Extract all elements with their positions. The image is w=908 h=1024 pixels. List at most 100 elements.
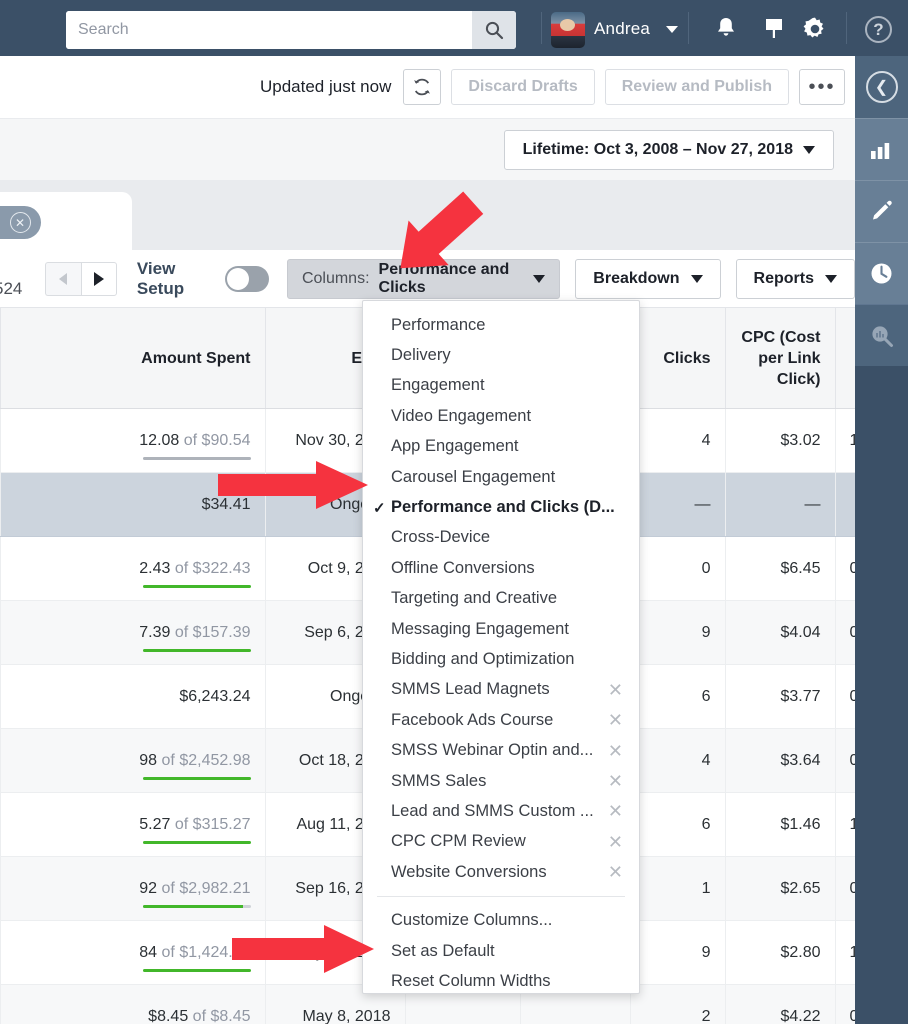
menu-item-smms-lead-magnets[interactable]: SMMS Lead Magnets ✕ bbox=[363, 675, 639, 705]
date-range-picker[interactable]: Lifetime: Oct 3, 2008 – Nov 27, 2018 bbox=[503, 129, 834, 170]
menu-item-offline-conversions[interactable]: Offline Conversions bbox=[363, 553, 639, 583]
chevron-down-icon[interactable] bbox=[666, 26, 678, 33]
column-header-cpc[interactable]: CPC (Cost per Link Click) bbox=[725, 308, 836, 409]
close-icon[interactable]: ✕ bbox=[608, 681, 623, 699]
menu-item-messaging-engagement[interactable]: Messaging Engagement bbox=[363, 614, 639, 644]
cell-amount-spent: 84 of $1,424.84 bbox=[0, 920, 266, 985]
menu-item-performance-and-clicks-d[interactable]: ✓ Performance and Clicks (D... bbox=[363, 492, 639, 522]
menu-item-label: CPC CPM Review bbox=[391, 832, 526, 851]
audience-panel-button[interactable] bbox=[855, 304, 908, 366]
flag-icon[interactable] bbox=[760, 14, 788, 42]
cell-cpc: $2.65 bbox=[725, 856, 836, 921]
menu-item-carousel-engagement[interactable]: Carousel Engagement bbox=[363, 462, 639, 492]
menu-item-performance[interactable]: Performance bbox=[363, 310, 639, 340]
amount-spent-budget: of $157.39 bbox=[174, 623, 251, 641]
cell-ctr: 1.07 bbox=[835, 920, 855, 985]
menu-item-app-engagement[interactable]: App Engagement bbox=[363, 432, 639, 462]
chart-search-icon bbox=[871, 325, 893, 347]
cell-ctr: 0.86 bbox=[835, 664, 855, 729]
columns-prefix: Columns: bbox=[301, 269, 370, 287]
cell-cpc: $3.02 bbox=[725, 408, 836, 473]
reports-button[interactable]: Reports bbox=[735, 258, 855, 299]
menu-item-lead-and-smms-custom[interactable]: Lead and SMMS Custom ... ✕ bbox=[363, 796, 639, 826]
menu-item-delivery[interactable]: Delivery bbox=[363, 340, 639, 370]
breakdown-button[interactable]: Breakdown bbox=[575, 258, 721, 299]
menu-item-targeting-and-creative[interactable]: Targeting and Creative bbox=[363, 584, 639, 614]
next-page-button[interactable] bbox=[80, 261, 117, 296]
edit-panel-button[interactable] bbox=[855, 180, 908, 242]
view-setup-toggle[interactable] bbox=[225, 265, 269, 292]
gear-icon[interactable] bbox=[800, 14, 828, 42]
close-icon[interactable]: ✕ bbox=[608, 833, 623, 851]
search-box[interactable] bbox=[66, 11, 516, 49]
view-setup-label: View Setup bbox=[136, 258, 185, 298]
close-icon[interactable]: ✕ bbox=[608, 742, 623, 760]
search-button[interactable] bbox=[472, 11, 516, 49]
amount-spent-budget: of $315.27 bbox=[174, 815, 251, 833]
date-range-bar: Lifetime: Oct 3, 2008 – Nov 27, 2018 bbox=[0, 118, 855, 180]
menu-item-reset-column-widths[interactable]: Reset Column Widths bbox=[363, 966, 639, 993]
close-icon[interactable]: ✕ bbox=[9, 212, 31, 233]
amount-spent-budget: of $2,982.21 bbox=[161, 879, 251, 897]
menu-item-label: Cross-Device bbox=[391, 528, 491, 547]
menu-item-label: Video Engagement bbox=[391, 406, 532, 425]
cell-cpc: $3.64 bbox=[725, 728, 836, 793]
menu-item-website-conversions[interactable]: Website Conversions ✕ bbox=[363, 857, 639, 887]
history-panel-button[interactable] bbox=[855, 242, 908, 304]
menu-item-label: SMSS Webinar Optin and... bbox=[391, 741, 594, 760]
menu-item-bidding-and-optimization[interactable]: Bidding and Optimization bbox=[363, 644, 639, 674]
amount-spent-value: 12.08 bbox=[139, 431, 180, 449]
column-header-ctr[interactable]: CTR (Link Click-Through Rate) bbox=[835, 308, 855, 409]
menu-item-smms-sales[interactable]: SMMS Sales ✕ bbox=[363, 766, 639, 796]
action-bar: Updated just now Discard Drafts Review a… bbox=[0, 56, 855, 118]
columns-dropdown-menu[interactable]: Performance Delivery Engagement Video Engag… bbox=[362, 300, 640, 994]
previous-page-button[interactable] bbox=[44, 261, 81, 296]
menu-item-customize-columns[interactable]: Customize Columns... bbox=[363, 905, 639, 935]
charts-panel-button[interactable] bbox=[855, 118, 908, 180]
close-icon[interactable]: ✕ bbox=[608, 802, 623, 820]
collapse-panel-button[interactable]: ❮ bbox=[855, 56, 908, 118]
pencil-icon bbox=[872, 200, 892, 219]
menu-item-cpc-cpm-review[interactable]: CPC CPM Review ✕ bbox=[363, 827, 639, 857]
chevron-right-icon bbox=[93, 271, 104, 286]
menu-item-smss-webinar-optin-and[interactable]: SMSS Webinar Optin and... ✕ bbox=[363, 735, 639, 765]
bell-icon[interactable] bbox=[712, 14, 740, 42]
close-icon[interactable]: ✕ bbox=[608, 711, 623, 729]
avatar[interactable] bbox=[551, 12, 585, 48]
menu-item-video-engagement[interactable]: Video Engagement bbox=[363, 401, 639, 431]
column-header-spent[interactable]: Amount Spent bbox=[0, 308, 266, 409]
column-header-clicks[interactable]: Clicks bbox=[630, 308, 726, 409]
spend-progress-bar bbox=[142, 649, 251, 652]
close-icon[interactable]: ✕ bbox=[608, 863, 623, 881]
cell-clicks: 9 bbox=[630, 600, 726, 665]
help-icon[interactable]: ? bbox=[865, 16, 892, 43]
cell-clicks: 9 bbox=[630, 920, 726, 985]
amount-spent-budget: of $90.54 bbox=[183, 431, 251, 449]
user-name[interactable]: Andrea bbox=[594, 19, 650, 39]
discard-drafts-button[interactable]: Discard Drafts bbox=[451, 69, 595, 105]
cell-clicks: 6 bbox=[630, 792, 726, 857]
cell-amount-spent: $8.45 of $8.45 bbox=[0, 984, 266, 1024]
menu-item-set-as-default[interactable]: Set as Default bbox=[363, 936, 639, 966]
menu-item-engagement[interactable]: Engagement bbox=[363, 371, 639, 401]
menu-item-label: Customize Columns... bbox=[391, 911, 553, 930]
columns-button[interactable]: Columns: Performance and Clicks bbox=[286, 258, 561, 299]
menu-item-label: Messaging Engagement bbox=[391, 619, 569, 638]
close-icon[interactable]: ✕ bbox=[608, 772, 623, 790]
more-options-button[interactable]: ••• bbox=[799, 69, 845, 105]
cell-ctr: 0.57 bbox=[835, 728, 855, 793]
tab-filter-pill[interactable]: ted ✕ bbox=[0, 206, 41, 239]
amount-spent-value: 84 bbox=[139, 943, 158, 961]
spend-progress-bar bbox=[142, 905, 251, 908]
refresh-button[interactable] bbox=[403, 69, 442, 105]
tab-strip: ted ✕ bbox=[0, 180, 855, 250]
menu-item-cross-device[interactable]: Cross-Device bbox=[363, 523, 639, 553]
amount-spent-value: $6,243.24 bbox=[179, 687, 251, 705]
menu-item-label: Set as Default bbox=[391, 941, 495, 960]
review-and-publish-button[interactable]: Review and Publish bbox=[604, 69, 789, 105]
amount-spent-value: 2.43 bbox=[139, 559, 171, 577]
search-input[interactable] bbox=[66, 11, 472, 49]
menu-item-facebook-ads-course[interactable]: Facebook Ads Course ✕ bbox=[363, 705, 639, 735]
amount-spent-value: 7.39 bbox=[139, 623, 171, 641]
menu-item-label: Performance and Clicks (D... bbox=[391, 498, 615, 517]
